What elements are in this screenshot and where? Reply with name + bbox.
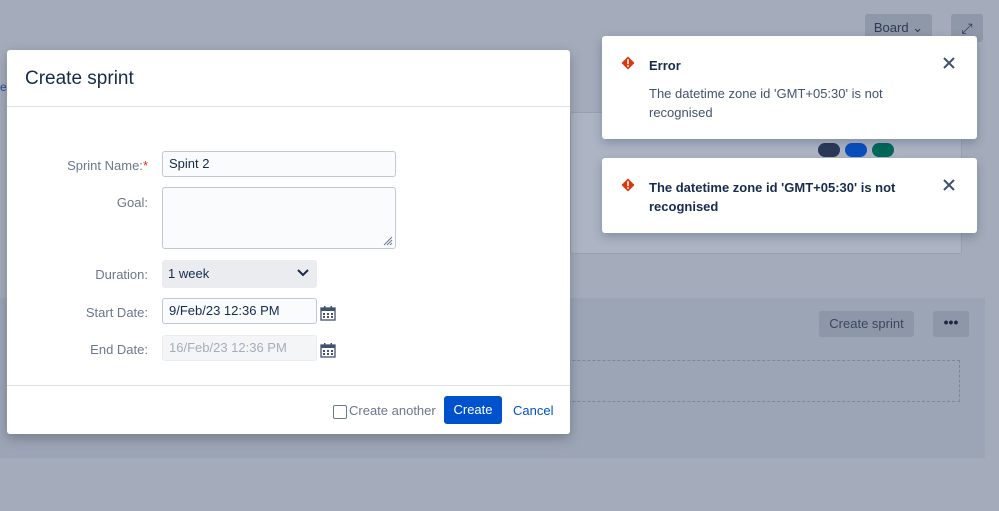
flag-message: The datetime zone id 'GMT+05:30' is not … [649,86,883,120]
goal-label: Goal: [116,195,148,210]
cancel-link[interactable]: Cancel [513,403,553,418]
sidebar-fragment-text: e [0,80,7,94]
goal-textarea[interactable] [162,187,396,249]
calendar-icon[interactable] [320,305,336,321]
flag-title: Error [649,58,681,73]
required-mark: * [142,158,148,173]
end-date-label: End Date: [90,342,148,357]
chevron-down-icon: ⌄ [912,20,924,35]
resize-grip-icon[interactable] [383,236,393,246]
dialog-footer: Create another Create Cancel [7,385,570,435]
chevron-down-icon [297,269,309,277]
close-icon[interactable] [942,178,956,192]
error-icon [621,178,635,192]
close-icon[interactable] [942,56,956,70]
dialog-header: Create sprint [7,50,570,107]
create-sprint-button[interactable]: Create sprint [819,311,914,337]
board-dropdown-label: Board [873,20,909,35]
create-another-label[interactable]: Create another [349,403,436,418]
create-button[interactable]: Create [444,396,502,424]
status-dot [818,143,840,157]
create-sprint-dialog: Create sprint Sprint Name:* Spint 2 Goal… [7,50,570,434]
sprint-name-input[interactable]: Spint 2 [162,151,396,177]
end-date-input: 16/Feb/23 12:36 PM [162,335,317,361]
flag-title: The datetime zone id 'GMT+05:30' is not … [649,180,896,214]
expand-icon: ⤢ [961,20,973,36]
sprint-name-label-text: Sprint Name: [67,158,143,173]
calendar-icon[interactable] [320,342,336,358]
duration-label: Duration: [95,267,148,282]
duration-value: 1 week [168,266,210,281]
error-flag: Error The datetime zone id 'GMT+05:30' i… [602,36,977,139]
create-another-checkbox[interactable] [333,405,347,419]
more-actions-button[interactable]: ••• [933,311,969,337]
error-icon [621,56,635,70]
dialog-title: Create sprint [25,68,134,89]
duration-select[interactable]: 1 week [162,260,317,288]
status-dot [845,143,867,157]
start-date-label: Start Date: [85,305,148,320]
error-flag: The datetime zone id 'GMT+05:30' is not … [602,158,977,233]
status-dot [872,143,894,157]
start-date-input[interactable]: 9/Feb/23 12:36 PM [162,298,317,324]
sprint-name-label: Sprint Name:* [7,158,148,173]
